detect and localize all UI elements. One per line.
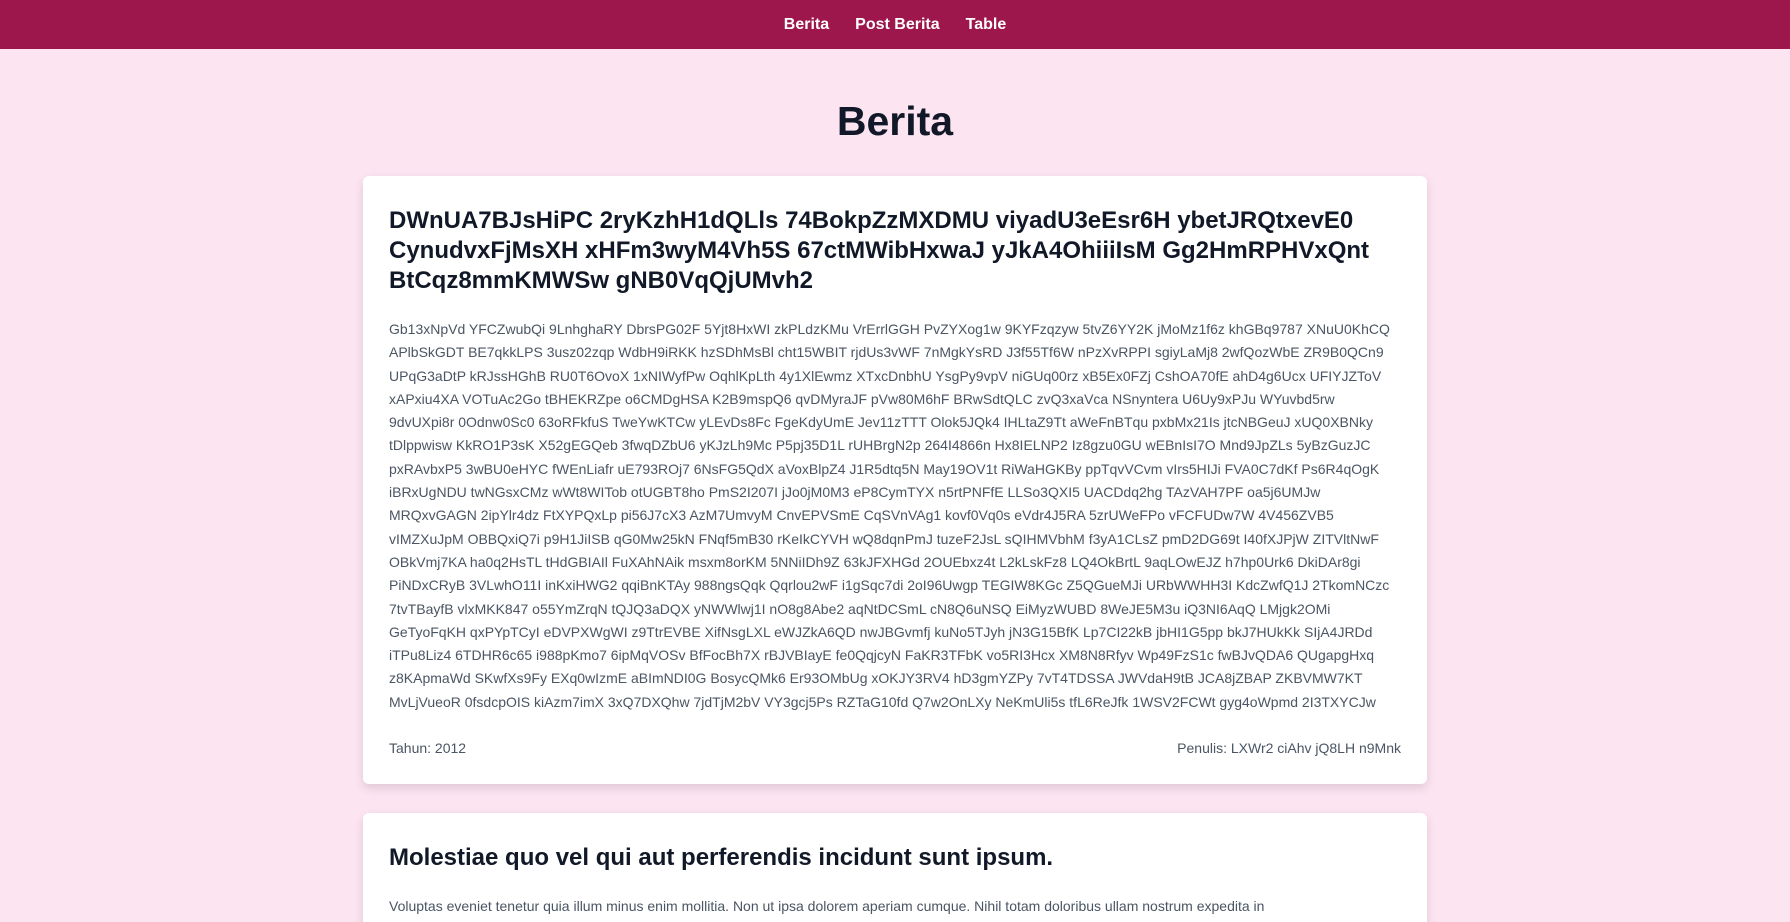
nav-link-post-berita[interactable]: Post Berita bbox=[855, 16, 939, 34]
news-card-title: Molestiae quo vel qui aut perferendis in… bbox=[389, 844, 1054, 872]
news-card-author: Penulis: LXWr2 ciAhv jQ8LH n9Mnk bbox=[1177, 740, 1401, 757]
news-card-footer: Tahun: 2012 Penulis: LXWr2 ciAhv jQ8LH n… bbox=[389, 740, 1401, 756]
news-card-body: Voluptas eveniet tenetur quia illum minu… bbox=[389, 898, 1265, 915]
news-card-title: DWnUA7BJsHiPC 2ryKzhH1dQLls 74BokpZzMXDM… bbox=[389, 207, 1370, 294]
nav-link-berita[interactable]: Berita bbox=[784, 16, 829, 34]
page-title: Berita bbox=[836, 98, 954, 144]
nav-link-table[interactable]: Table bbox=[966, 16, 1007, 34]
news-card: Molestiae quo vel qui aut perferendis in… bbox=[363, 813, 1427, 922]
top-navbar: Berita Post Berita Table bbox=[0, 0, 1790, 49]
news-card-year: Tahun: 2012 bbox=[389, 740, 467, 757]
news-feed: DWnUA7BJsHiPC 2ryKzhH1dQLls 74BokpZzMXDM… bbox=[363, 176, 1427, 922]
news-card: DWnUA7BJsHiPC 2ryKzhH1dQLls 74BokpZzMXDM… bbox=[363, 176, 1427, 785]
news-card-body: Gb13xNpVd YFCZwubQi 9LnhghaRY DbrsPG02F … bbox=[389, 321, 1390, 710]
